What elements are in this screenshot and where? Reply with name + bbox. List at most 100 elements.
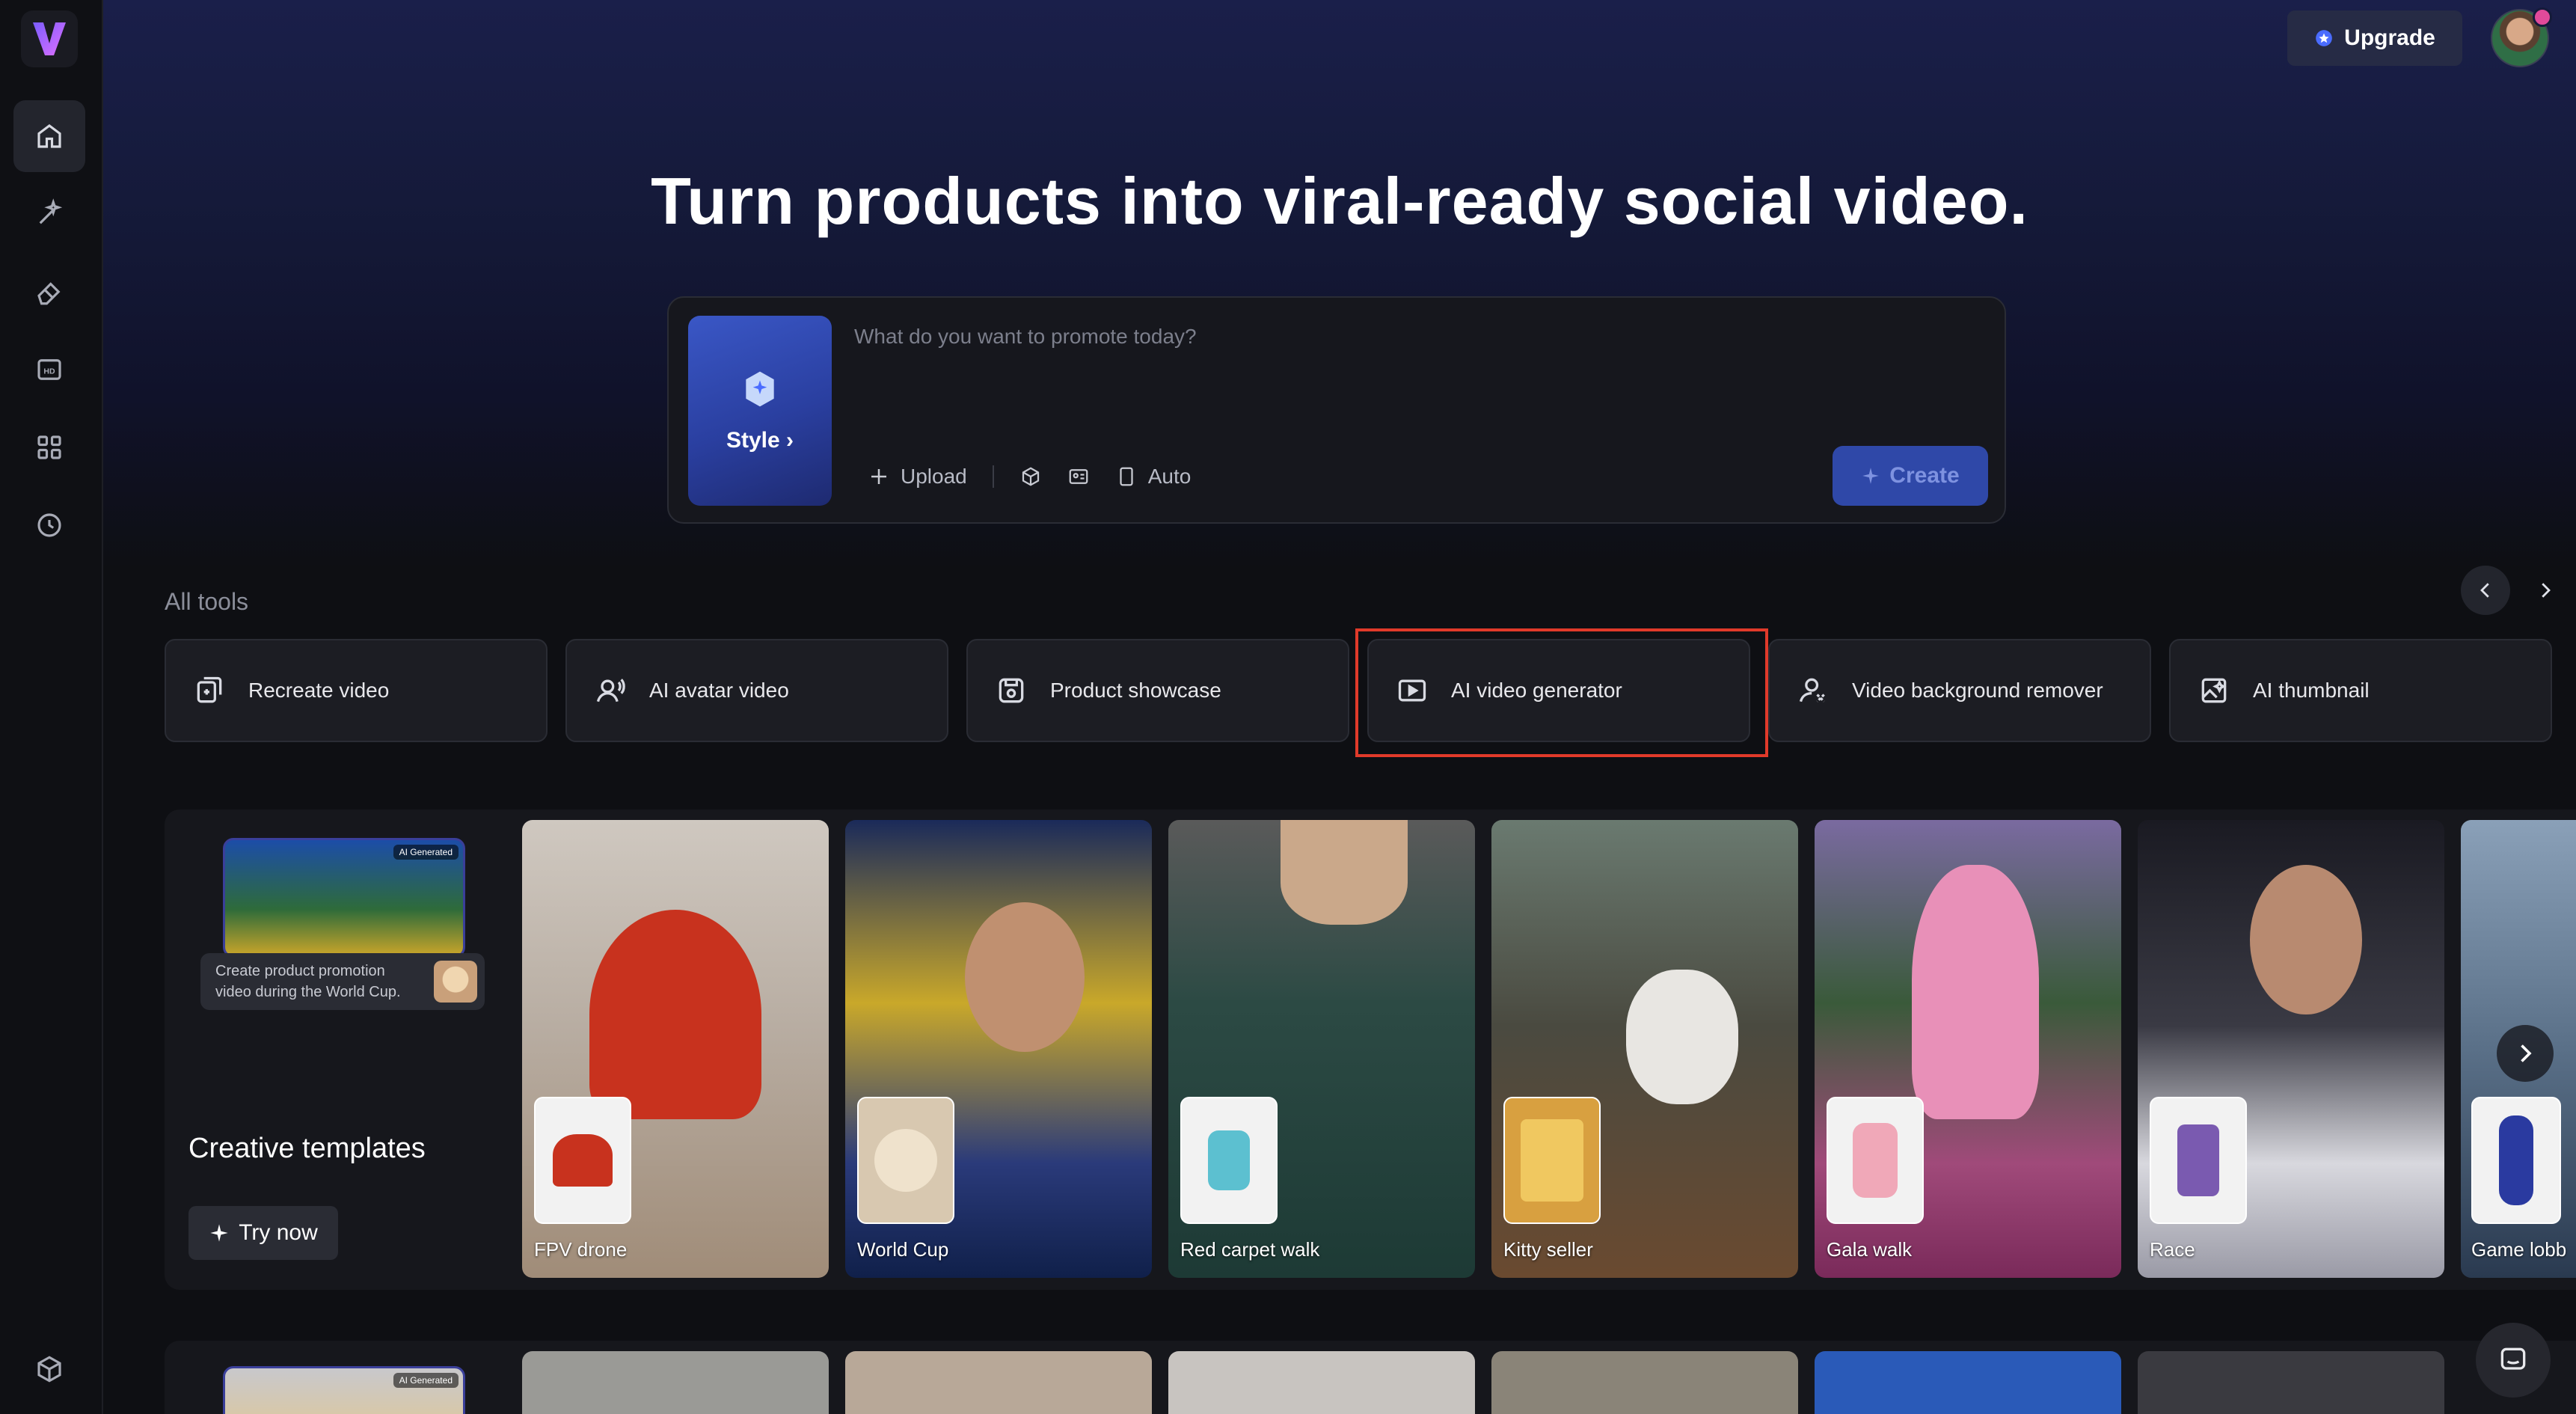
tool-label: Video background remover	[1852, 679, 2103, 702]
templates-next-button[interactable]	[2497, 1025, 2554, 1082]
chevron-right-icon	[2521, 1044, 2532, 1062]
plush-thumbnail	[434, 961, 477, 1003]
avatar-card-button[interactable]	[1067, 465, 1090, 488]
auto-label: Auto	[1147, 465, 1192, 488]
face-shape	[965, 902, 1085, 1052]
eraser-icon	[37, 282, 61, 305]
tools-next-button[interactable]	[2521, 566, 2570, 615]
sidebar-item-apps[interactable]	[13, 411, 85, 483]
tool-ai-thumbnail[interactable]: AI thumbnail	[2169, 639, 2552, 742]
page-headline: Turn products into viral-ready social vi…	[651, 164, 2028, 238]
try-now-button[interactable]: Try now	[188, 1206, 338, 1260]
upload-button[interactable]: Upload	[868, 465, 967, 489]
sparkle-wand-icon	[39, 198, 63, 224]
promo-caption: Create product promotion video during th…	[200, 953, 485, 1010]
template-thumb	[2150, 1097, 2247, 1224]
tool-label: AI thumbnail	[2253, 679, 2370, 702]
chevron-right-icon	[2542, 583, 2551, 598]
prompt-toolbar: Upload Auto	[868, 456, 1191, 497]
racer-shape	[2250, 865, 2362, 1014]
tool-label: AI video generator	[1451, 679, 1622, 702]
prompt-box: Style › Upload	[667, 296, 2006, 524]
red-chair-shape	[589, 910, 761, 1119]
promo-text: Create product promotion video during th…	[215, 963, 401, 1000]
upgrade-star-icon	[2316, 30, 2332, 46]
svg-text:HD: HD	[43, 367, 55, 376]
figure-shape	[1281, 820, 1408, 925]
apps-grid-icon	[37, 435, 61, 459]
hd-icon: HD	[37, 359, 61, 380]
tool-label: Product showcase	[1050, 679, 1221, 702]
tool-label: Recreate video	[248, 679, 390, 702]
tool-ai-avatar-video[interactable]: AI avatar video	[565, 639, 948, 742]
create-label: Create	[1889, 463, 1960, 488]
template-thumb	[2471, 1097, 2561, 1224]
row2-card[interactable]	[1815, 1351, 2121, 1414]
product-cube-button[interactable]	[1019, 465, 1042, 488]
v-logo-icon	[33, 22, 66, 55]
tool-product-showcase[interactable]: Product showcase	[966, 639, 1349, 742]
template-thumb	[1827, 1097, 1924, 1224]
box-icon	[37, 1356, 61, 1383]
upload-label: Upload	[901, 465, 967, 488]
template-card-world-cup[interactable]: World Cup	[845, 820, 1152, 1278]
template-card-kitty-seller[interactable]: Kitty seller	[1491, 820, 1798, 1278]
prompt-input[interactable]	[854, 314, 1976, 359]
row2-card[interactable]	[522, 1351, 829, 1414]
template-thumb	[1180, 1097, 1278, 1224]
row2-promo-thumb: AI Generated	[223, 1366, 465, 1414]
template-label: Red carpet walk	[1180, 1238, 1320, 1261]
upgrade-label: Upgrade	[2344, 25, 2435, 50]
app-logo[interactable]	[21, 10, 78, 67]
row2-card[interactable]	[1491, 1351, 1798, 1414]
create-button[interactable]: Create	[1833, 446, 1988, 506]
template-label: World Cup	[857, 1238, 949, 1261]
template-label: FPV drone	[534, 1238, 628, 1261]
tool-ai-video-generator[interactable]: AI video generator	[1367, 639, 1750, 742]
row2-card[interactable]	[845, 1351, 1152, 1414]
template-card-race[interactable]: Race	[2138, 820, 2444, 1278]
template-thumb	[1503, 1097, 1601, 1224]
chat-icon	[2500, 1347, 2526, 1370]
all-tools-label: All tools	[165, 588, 249, 615]
tool-label: AI avatar video	[649, 679, 789, 702]
row2-card[interactable]	[2138, 1351, 2444, 1414]
cube-icon	[1022, 467, 1039, 486]
aspect-ratio-icon	[1120, 467, 1133, 486]
tool-video-background-remover[interactable]: Video background remover	[1768, 639, 2151, 742]
tools-prev-button[interactable]	[2461, 566, 2510, 615]
sidebar-item-eraser[interactable]	[13, 256, 85, 328]
style-selector-button[interactable]: Style ›	[688, 316, 832, 506]
sparkle-icon	[1862, 468, 1880, 484]
template-card-gala-walk[interactable]: Gala walk	[1815, 820, 2121, 1278]
style-gem-icon	[746, 371, 774, 407]
sidebar-item-assets[interactable]	[13, 1333, 85, 1405]
try-now-label: Try now	[239, 1220, 318, 1245]
play-video-icon	[1398, 679, 1426, 702]
template-card-fpv-drone[interactable]: FPV drone	[522, 820, 829, 1278]
sidebar-item-magic[interactable]	[13, 178, 85, 250]
home-icon	[37, 124, 61, 148]
support-chat-button[interactable]	[2476, 1323, 2551, 1398]
sidebar-item-history[interactable]	[13, 489, 85, 561]
avatar-badge	[2533, 7, 2552, 27]
sidebar: HD	[0, 0, 103, 1414]
templates-title: Creative templates	[188, 1133, 426, 1164]
product-showcase-icon	[999, 678, 1024, 703]
aspect-auto-button[interactable]: Auto	[1115, 465, 1192, 489]
style-label: Style ›	[726, 428, 794, 453]
row2-card[interactable]	[1168, 1351, 1475, 1414]
tool-recreate-video[interactable]: Recreate video	[165, 639, 548, 742]
ai-generated-badge: AI Generated	[393, 1373, 459, 1388]
template-card-red-carpet-walk[interactable]: Red carpet walk	[1168, 820, 1475, 1278]
sidebar-item-hd[interactable]: HD	[13, 334, 85, 405]
sparkle-icon	[210, 1224, 228, 1242]
sidebar-item-home[interactable]	[13, 100, 85, 172]
cat-shape	[1626, 970, 1738, 1104]
upgrade-button[interactable]: Upgrade	[2287, 10, 2462, 66]
template-label: Gala walk	[1827, 1238, 1913, 1261]
app-window: HD Upgrade Turn products into viral-read…	[0, 0, 2576, 1414]
ai-generated-badge: AI Generated	[393, 845, 459, 860]
template-thumb	[534, 1097, 631, 1224]
template-label: Game lobb	[2471, 1238, 2567, 1261]
